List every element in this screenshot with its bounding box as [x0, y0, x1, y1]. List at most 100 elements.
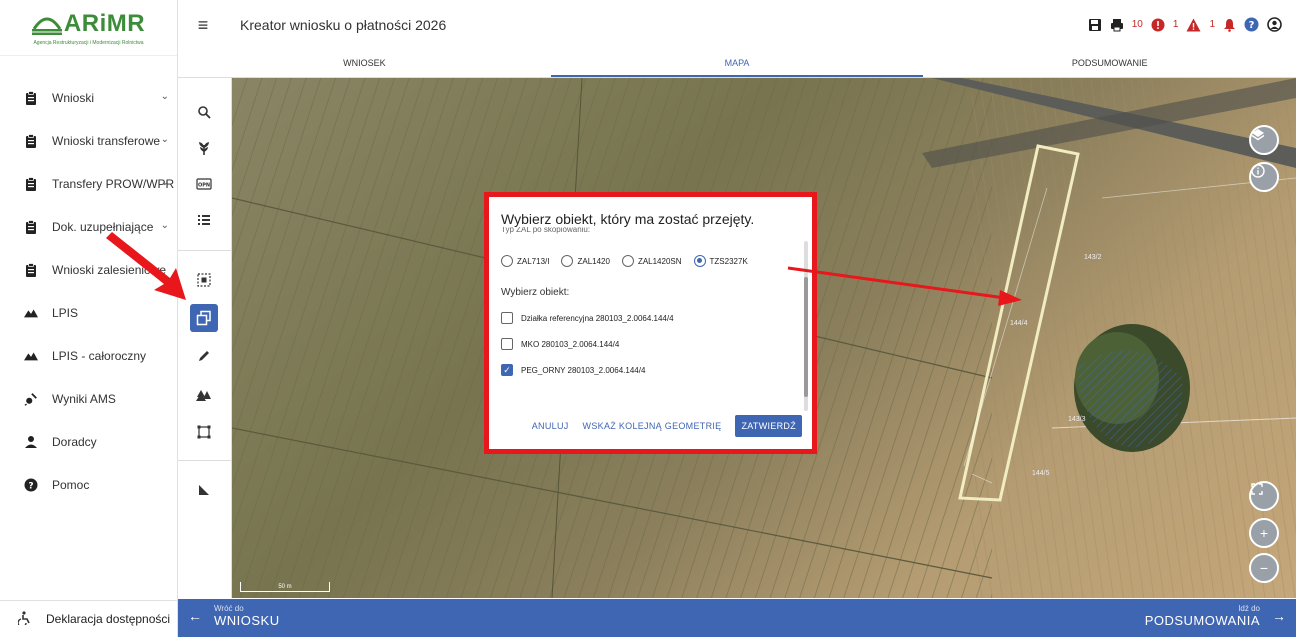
- measure-icon[interactable]: [190, 476, 218, 504]
- radio-label: ZAL1420: [577, 256, 610, 266]
- radio-label: ZAL713/I: [517, 256, 550, 266]
- object-option[interactable]: ✓ PEG_ORNY 280103_2.0064.144/4: [501, 364, 800, 376]
- object-option[interactable]: MKO 280103_2.0064.144/4: [501, 338, 800, 350]
- highlight-frame: Wybierz obiekt, który ma zostać przejęty…: [484, 192, 817, 454]
- scrollbar-thumb[interactable]: [804, 277, 808, 397]
- dialog-scrollbar[interactable]: [804, 241, 808, 411]
- clipboard-icon: [24, 262, 38, 277]
- cancel-button[interactable]: ANULUJ: [532, 421, 569, 431]
- accessibility-icon: [17, 610, 32, 628]
- radio-button[interactable]: [693, 255, 706, 267]
- tab-wniosek[interactable]: WNIOSEK: [178, 50, 551, 77]
- error-icon[interactable]: [1151, 18, 1165, 32]
- print-icon[interactable]: [1110, 18, 1124, 32]
- confirm-button[interactable]: ZATWIERDŹ: [735, 415, 802, 437]
- parcel-label: 143/2: [1084, 254, 1102, 261]
- back-button[interactable]: ← Wróć do WNIOSKU: [188, 604, 280, 628]
- svg-text:?: ?: [28, 481, 33, 491]
- forest-icon[interactable]: [190, 382, 218, 410]
- sidebar-item-label: Dok. uzupełniające: [52, 219, 154, 234]
- svg-text:OPN: OPN: [198, 183, 210, 189]
- info-icon[interactable]: [1249, 162, 1279, 192]
- clipboard-icon: [24, 219, 38, 234]
- wizard-tabs: WNIOSEK MAPA PODSUMOWANIE: [178, 50, 1296, 78]
- chevron-down-icon[interactable]: ⌄: [161, 177, 169, 188]
- save-icon[interactable]: [1088, 18, 1102, 32]
- toolbar-divider: [178, 250, 232, 251]
- radio-button[interactable]: [561, 255, 574, 267]
- checkbox[interactable]: [501, 338, 513, 350]
- sidebar-item[interactable]: Wnioski zalesieniowe: [0, 248, 177, 291]
- object-option[interactable]: Działka referencyjna 280103_2.0064.144/4: [501, 312, 800, 324]
- radio-button[interactable]: [621, 255, 634, 267]
- layers-icon[interactable]: [1249, 125, 1279, 155]
- accessibility-label: Deklaracja dostępności: [46, 612, 171, 626]
- chevron-down-icon[interactable]: ⌄: [161, 134, 169, 145]
- object-label: Działka referencyjna 280103_2.0064.144/4: [521, 313, 674, 323]
- account-icon[interactable]: [1267, 17, 1282, 32]
- list-icon[interactable]: [190, 206, 218, 234]
- zoom-in-icon[interactable]: +: [1249, 518, 1279, 548]
- back-small-label: Wróć do: [214, 604, 244, 613]
- sidebar-item[interactable]: LPIS: [0, 291, 177, 334]
- sidebar-item[interactable]: Dok. uzupełniające ⌄: [0, 205, 177, 248]
- zal-type-radio[interactable]: ZAL713/I: [501, 255, 549, 267]
- object-list: Działka referencyjna 280103_2.0064.144/4…: [501, 312, 800, 376]
- errors-count: 10: [1131, 19, 1143, 30]
- map-scale: 50 m: [240, 582, 330, 592]
- sidebar-item[interactable]: Wnioski ⌄: [0, 76, 177, 119]
- zal-type-radio[interactable]: TZS2327K: [693, 255, 748, 267]
- sidebar-item[interactable]: Wnioski transferowe ⌄: [0, 119, 177, 162]
- next-geometry-button[interactable]: WSKAŻ KOLEJNĄ GEOMETRIĘ: [583, 421, 722, 431]
- wizard-footer: ← Wróć do WNIOSKU Idź do PODSUMOWANIA →: [178, 599, 1296, 637]
- menu-icon[interactable]: ≡: [178, 15, 228, 36]
- sidebar-item[interactable]: Doradcy: [0, 420, 177, 463]
- sidebar-item[interactable]: ? Pomoc: [0, 463, 177, 506]
- top-bar: ≡ Kreator wniosku o płatności 2026 10 1 …: [178, 0, 1296, 50]
- sidebar-item-label: Wnioski zalesieniowe: [52, 262, 167, 277]
- zal-type-radio[interactable]: ZAL1420SN: [621, 255, 682, 267]
- plant-icon[interactable]: [190, 134, 218, 162]
- person-icon: [24, 435, 38, 449]
- select-object-label: Wybierz obiekt:: [501, 287, 570, 298]
- zoom-out-icon[interactable]: −: [1249, 553, 1279, 583]
- svg-text:?: ?: [1249, 20, 1255, 31]
- copy-geometry-icon[interactable]: [190, 304, 218, 332]
- logo-mark-icon: [31, 17, 62, 35]
- next-button[interactable]: Idź do PODSUMOWANIA →: [1145, 604, 1286, 628]
- checkbox[interactable]: ✓: [501, 364, 513, 376]
- warning-icon[interactable]: [1186, 18, 1201, 32]
- tab-podsumowanie[interactable]: PODSUMOWANIE: [923, 50, 1296, 77]
- chevron-down-icon[interactable]: ⌄: [161, 91, 169, 102]
- parcel-label: 143/3: [1068, 416, 1086, 423]
- search-icon[interactable]: [190, 98, 218, 126]
- fullscreen-icon[interactable]: [1249, 481, 1279, 511]
- checkbox[interactable]: [501, 312, 513, 324]
- select-area-icon[interactable]: [190, 266, 218, 294]
- satellite-icon: [24, 392, 38, 406]
- chevron-down-icon[interactable]: ⌄: [161, 220, 169, 231]
- select-object-dialog: Wybierz obiekt, który ma zostać przejęty…: [489, 197, 812, 449]
- sidebar-item[interactable]: Wyniki AMS: [0, 377, 177, 420]
- object-label: MKO 280103_2.0064.144/4: [521, 339, 620, 349]
- sidebar-item[interactable]: Transfery PROW/WPR ⌄: [0, 162, 177, 205]
- zal-type-radio[interactable]: ZAL1420: [561, 255, 610, 267]
- arrow-right-icon: →: [1272, 608, 1286, 624]
- radio-label: TZS2327K: [709, 256, 748, 266]
- parcel-label: 144/4: [1010, 320, 1028, 327]
- radio-label: ZAL1420SN: [637, 256, 682, 266]
- sidebar-item-label: Doradcy: [52, 434, 97, 449]
- tab-mapa[interactable]: MAPA: [550, 50, 924, 77]
- opn-icon[interactable]: OPN: [190, 170, 218, 198]
- logo[interactable]: ARiMR Agencja Restrukturyzacji i Moderni…: [0, 0, 177, 56]
- radio-button[interactable]: [501, 255, 513, 267]
- sidebar-item[interactable]: LPIS - całoroczny: [0, 334, 177, 377]
- accessibility-declaration-link[interactable]: Deklaracja dostępności: [0, 600, 178, 637]
- sidebar: ARiMR Agencja Restrukturyzacji i Moderni…: [0, 0, 178, 637]
- clipboard-icon: [24, 176, 38, 191]
- pencil-icon[interactable]: [190, 342, 218, 370]
- bounding-box-icon[interactable]: [190, 418, 218, 446]
- dialog-title: Wybierz obiekt, który ma zostać przejęty…: [501, 211, 755, 227]
- help-icon[interactable]: ?: [1244, 17, 1259, 32]
- bell-icon[interactable]: [1223, 18, 1236, 32]
